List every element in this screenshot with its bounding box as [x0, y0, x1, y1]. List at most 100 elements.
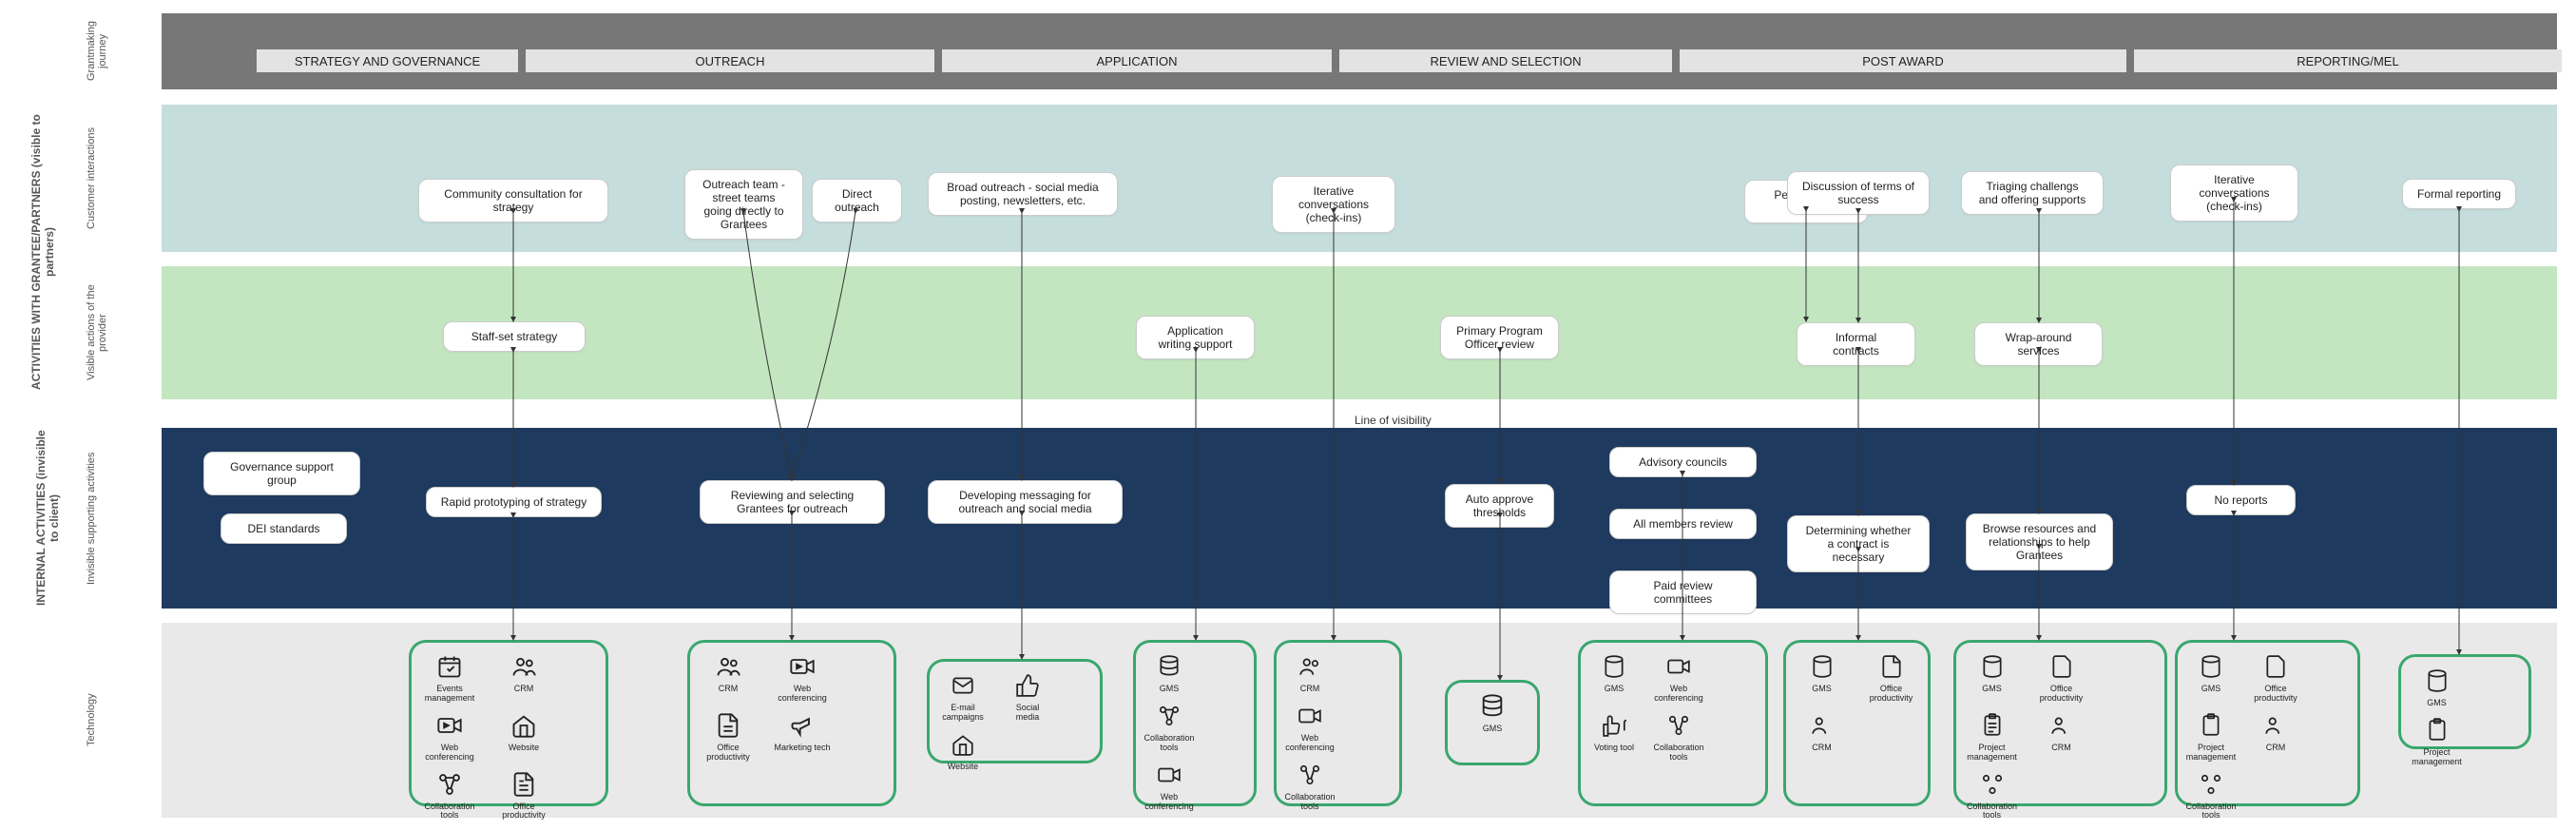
people-icon: [1294, 652, 1326, 681]
document-icon: [712, 711, 744, 740]
card-informal: Informal contracts: [1797, 322, 1915, 366]
phase-strategy: STRATEGY AND GOVERNANCE: [257, 49, 518, 72]
card-outreach-broad: Broad outreach - social media posting, n…: [928, 172, 1118, 216]
home-icon: [508, 711, 540, 740]
tech-report-b: GMS Project management: [2398, 654, 2531, 749]
tech-report-a: GMS Office productivity Project manageme…: [2175, 640, 2360, 806]
service-blueprint-diagram: Grantmaking journey ACTIVITIES WITH GRAN…: [0, 0, 2576, 831]
tech-review: GMS Web conferencing Voting tool Collabo…: [1578, 640, 1768, 806]
phase-review: REVIEW AND SELECTION: [1339, 49, 1672, 72]
tech-marketing: Marketing tech: [774, 711, 831, 763]
tech-voting: Voting tool: [1590, 711, 1638, 763]
card-rapid: Rapid prototyping of strategy: [426, 487, 602, 517]
clipboard-icon: [2195, 711, 2227, 740]
clipboard-icon: [2421, 716, 2453, 744]
tech-events-mgmt: Events management: [421, 652, 478, 704]
tech-gms-b: GMS: [1464, 692, 1521, 734]
tech-collab-g: Collaboration tools: [2187, 770, 2235, 821]
tech-website: Website: [495, 711, 552, 763]
video-icon: [1153, 761, 1185, 789]
database-icon: [1476, 692, 1509, 721]
tech-collab: Collaboration tools: [421, 770, 478, 821]
thumbs-icon: [1011, 671, 1044, 700]
card-paid: Paid review committees: [1609, 570, 1757, 614]
tech-office-d: Office productivity: [1865, 652, 1917, 704]
tech-gms: GMS: [1145, 652, 1193, 694]
tech-email: E-mail campaigns: [939, 671, 987, 723]
tech-social: Social media: [1004, 671, 1051, 723]
vote-icon: [1598, 711, 1630, 740]
label-interactions: Customer interactions: [86, 105, 97, 252]
line-of-visibility: Line of visibility: [1355, 414, 1432, 427]
people-icon: [508, 652, 540, 681]
card-gov-support: Governance support group: [203, 452, 360, 495]
tech-pm-b: Project management: [2187, 711, 2235, 763]
tech-office: Office productivity: [495, 770, 552, 821]
tech-app-a: GMS Collaboration tools Web conferencing: [1133, 640, 1257, 806]
network-icon: [1153, 702, 1185, 730]
network-icon: [1663, 711, 1695, 740]
tech-crm: CRM: [495, 652, 552, 704]
network-icon: [433, 770, 466, 799]
label-journey: Grantmaking journey: [86, 13, 108, 89]
tech-office-e: Office productivity: [2035, 652, 2087, 704]
card-advisory: Advisory councils: [1609, 447, 1757, 477]
card-outreach-direct: Direct outreach: [812, 179, 902, 222]
card-post-triaging: Triaging challengs and offering supports: [1961, 171, 2104, 215]
video-icon: [1663, 652, 1695, 681]
card-review-terms2: Discussion of terms of success: [1787, 171, 1930, 215]
network-icon: [2195, 770, 2227, 799]
card-dei: DEI standards: [221, 513, 347, 544]
clipboard-icon: [1976, 711, 2009, 740]
card-noreports: No reports: [2186, 485, 2296, 515]
phase-postaward: POST AWARD: [1680, 49, 2126, 72]
card-browse: Browse resources and relationships to he…: [1966, 513, 2113, 570]
network-icon: [1294, 761, 1326, 789]
phase-outreach: OUTREACH: [526, 49, 934, 72]
tech-crm-d: CRM: [1286, 652, 1334, 694]
database-icon: [1153, 652, 1185, 681]
document-icon: [2259, 652, 2292, 681]
card-report-iterative: Iterative conversations (check-ins): [2170, 164, 2298, 222]
card-app-writing: Application writing support: [1136, 316, 1255, 359]
tech-strategy: Events management CRM Web conferencing W…: [409, 640, 608, 806]
tech-webconf-d: Web conferencing: [1286, 702, 1334, 753]
tech-outreach-a: CRM Web conferencing Office productivity…: [687, 640, 896, 806]
tech-collab-f: Collaboration tools: [1966, 770, 2018, 821]
card-messaging: Developing messaging for outreach and so…: [928, 480, 1123, 524]
tech-gms-f: GMS: [2187, 652, 2235, 704]
tech-collab-d: Collaboration tools: [1286, 761, 1334, 812]
database-icon: [1976, 652, 2009, 681]
tech-webconf-b: Web conferencing: [774, 652, 831, 704]
tech-app-c: GMS: [1445, 680, 1540, 765]
document-icon: [2046, 652, 2078, 681]
card-outreach-team: Outreach team - street teams going direc…: [684, 169, 803, 240]
video-icon: [1294, 702, 1326, 730]
tech-gms-g: GMS: [2411, 667, 2463, 708]
card-contract-necessary: Determining whether a contract is necess…: [1787, 515, 1930, 572]
phase-header-row: STRATEGY AND GOVERNANCE OUTREACH APPLICA…: [257, 49, 2562, 72]
database-icon: [1598, 652, 1630, 681]
phase-application: APPLICATION: [942, 49, 1332, 72]
tech-webconf-c: Web conferencing: [1145, 761, 1193, 812]
card-app-primary-review: Primary Program Officer review: [1440, 316, 1559, 359]
tech-outreach-b: E-mail campaigns Social media Website: [927, 659, 1103, 763]
mail-icon: [947, 671, 979, 700]
label-internal: INTERNAL ACTIVITIES (invisible to client…: [29, 428, 67, 609]
tech-crm-e: CRM: [1796, 711, 1848, 753]
people-icon: [1806, 711, 1838, 740]
tech-crm-f: CRM: [2035, 711, 2087, 763]
tech-app-b: CRM Web conferencing Collaboration tools: [1274, 640, 1402, 806]
label-invisible-support: Invisible supporting activities: [86, 428, 97, 609]
tech-pm-c: Project management: [2411, 716, 2463, 767]
database-icon: [2421, 667, 2453, 695]
document-icon: [508, 770, 540, 799]
card-allmembers: All members review: [1609, 509, 1757, 539]
people-icon: [712, 652, 744, 681]
tech-office-f: Office productivity: [2252, 652, 2299, 704]
label-visible-actions: Visible actions of the provider: [86, 266, 108, 399]
calendar-icon: [433, 652, 466, 681]
tech-crm-g: CRM: [2252, 711, 2299, 763]
card-app-iterative: Iterative conversations (check-ins): [1272, 176, 1395, 233]
phase-reporting: REPORTING/MEL: [2134, 49, 2562, 72]
